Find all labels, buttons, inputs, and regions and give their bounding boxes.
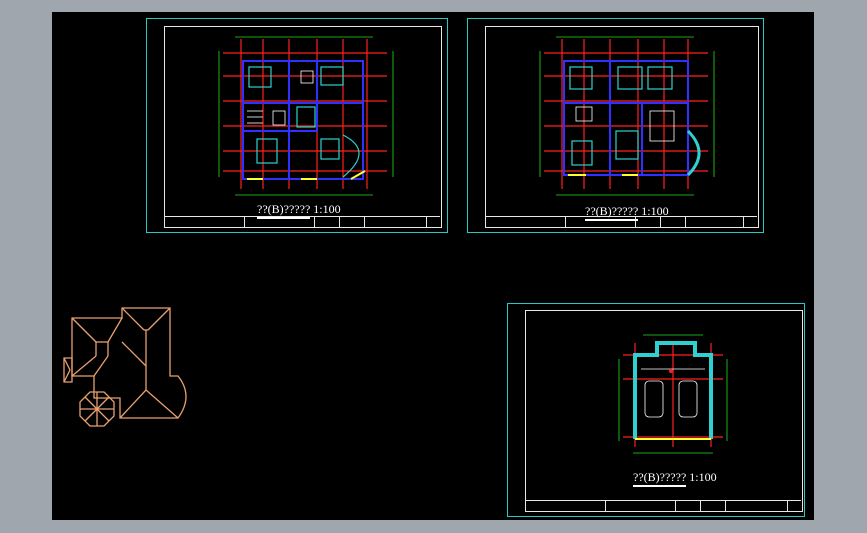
roof-plan — [63, 307, 187, 427]
sheet-3-title-text: ??(B)????? — [633, 470, 687, 487]
drawing-sheet-3[interactable]: ??(B)????? 1:100 — [507, 303, 805, 517]
sheet-1-title: ??(B)????? 1:100 — [257, 202, 341, 219]
cad-canvas[interactable]: ??(B)????? 1:100 ??(B)????? 1:100 ??(B)?… — [52, 12, 814, 520]
sheet-1-title-block — [164, 216, 440, 227]
sheet-3-scale: 1:100 — [689, 470, 717, 484]
floor-plan-1 — [218, 36, 394, 196]
sheet-2-title-block — [485, 216, 757, 227]
sheet-3-title-block — [525, 500, 801, 511]
sheet-1-scale: 1:100 — [313, 202, 341, 216]
floor-plan-2 — [539, 36, 715, 196]
sheet-3-title: ??(B)????? 1:100 — [633, 470, 717, 487]
garage-plan — [618, 334, 728, 454]
drawing-sheet-2[interactable]: ??(B)????? 1:100 — [467, 18, 764, 233]
drawing-sheet-1[interactable]: ??(B)????? 1:100 — [146, 18, 448, 233]
